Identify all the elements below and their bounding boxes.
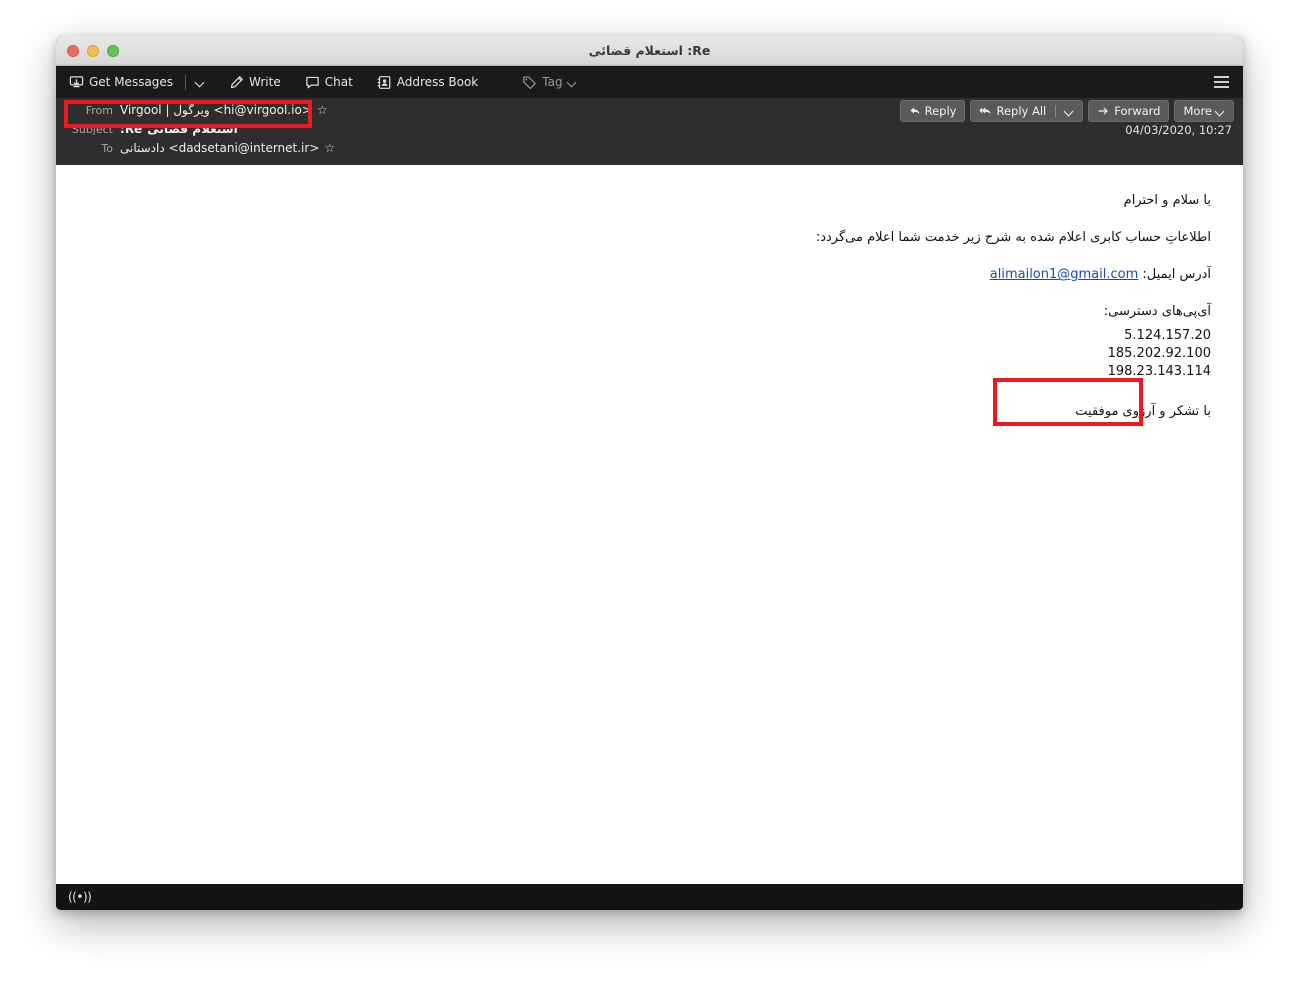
speech-bubble-icon [306, 76, 319, 88]
to-label: To [101, 142, 113, 155]
chat-label: Chat [324, 75, 353, 89]
hamburger-menu-icon [1214, 81, 1229, 83]
main-toolbar: Get Messages Write Chat Address Book Tag [56, 66, 1243, 98]
get-messages-button[interactable]: Get Messages [62, 71, 180, 94]
address-book-label: Address Book [396, 75, 479, 89]
ip-item: 5.124.157.20 [1124, 327, 1211, 343]
subject-row: Subject Re: استعلام قضائی [56, 121, 1243, 140]
app-menu-button[interactable] [1208, 70, 1235, 94]
from-address: Virgool | ویرگول <hi@virgool.io> [120, 103, 312, 117]
message-header-block: Reply Reply All Forward More 04/03/2020,… [56, 98, 1243, 165]
write-label: Write [249, 75, 281, 89]
email-label: آدرس ایمیل: [1142, 267, 1211, 283]
address-book-icon [377, 75, 391, 89]
address-book-button[interactable]: Address Book [370, 71, 485, 94]
tag-button[interactable]: Tag [515, 71, 583, 94]
window-title: Re: استعلام قضائی [588, 43, 711, 58]
subject-label: Subject [71, 123, 113, 136]
ip-heading: آی‌پی‌های دسترسی: [1103, 304, 1211, 320]
from-row: From Virgool | ویرگول <hi@virgool.io> ☆ [56, 102, 1243, 121]
get-messages-dropdown[interactable] [189, 74, 212, 91]
email-line: آدرس ایمیل: alimailon1@gmail.com [56, 265, 1211, 285]
tag-label: Tag [542, 75, 563, 89]
get-messages-label: Get Messages [89, 75, 174, 89]
intro-line: اطلاعاتِ حساب کابری اعلام شده به شرح زیر… [815, 230, 1211, 246]
chevron-down-icon [568, 78, 577, 87]
to-value-group[interactable]: دادستانی <dadsetani@internet.ir> ☆ [120, 141, 335, 155]
minimize-window-button[interactable] [87, 44, 99, 57]
to-row: To دادستانی <dadsetani@internet.ir> ☆ [56, 140, 1243, 159]
inbox-download-icon [69, 75, 84, 87]
closing-line: با تشکر و آرزوی موفقیت [1075, 403, 1211, 419]
ip-item: 198.23.143.114 [1107, 364, 1211, 380]
hamburger-menu-icon [1214, 86, 1229, 88]
status-bar: ((•)) [56, 884, 1243, 910]
close-window-button[interactable] [67, 44, 79, 57]
star-icon[interactable]: ☆ [324, 142, 335, 154]
subject-value-group: Re: استعلام قضائی [120, 122, 238, 136]
chevron-down-icon [196, 78, 205, 87]
chat-button[interactable]: Chat [298, 71, 360, 94]
ip-item: 185.202.92.100 [1107, 346, 1211, 362]
window-controls [67, 44, 119, 57]
hamburger-menu-icon [1214, 76, 1229, 78]
from-value-group[interactable]: Virgool | ویرگول <hi@virgool.io> ☆ [120, 103, 328, 117]
closing-wrap: با تشکر و آرزوی موفقیت [56, 404, 1211, 419]
star-icon[interactable]: ☆ [317, 104, 328, 116]
broadcast-signal-icon[interactable]: ((•)) [68, 890, 92, 904]
email-link[interactable]: alimailon1@gmail.com [990, 265, 1139, 285]
email-client-window: Re: استعلام قضائی Get Messages Write Cha… [56, 36, 1243, 910]
subject-text: استعلام قضائی [147, 122, 238, 136]
subject-prefix: Re: [120, 122, 143, 136]
tag-icon [523, 75, 537, 89]
message-body: با سلام و احترام اطلاعاتِ حساب کابری اعل… [56, 165, 1243, 884]
from-label: From [85, 104, 113, 117]
write-button[interactable]: Write [222, 71, 288, 94]
greeting-line: با سلام و احترام [1123, 193, 1211, 208]
ip-list: 5.124.157.20 185.202.92.100 198.23.143.1… [56, 327, 1211, 382]
toolbar-divider [185, 74, 187, 90]
to-address: دادستانی <dadsetani@internet.ir> [120, 141, 320, 155]
maximize-window-button[interactable] [107, 44, 119, 57]
pencil-icon [230, 75, 243, 88]
window-titlebar: Re: استعلام قضائی [56, 36, 1243, 66]
